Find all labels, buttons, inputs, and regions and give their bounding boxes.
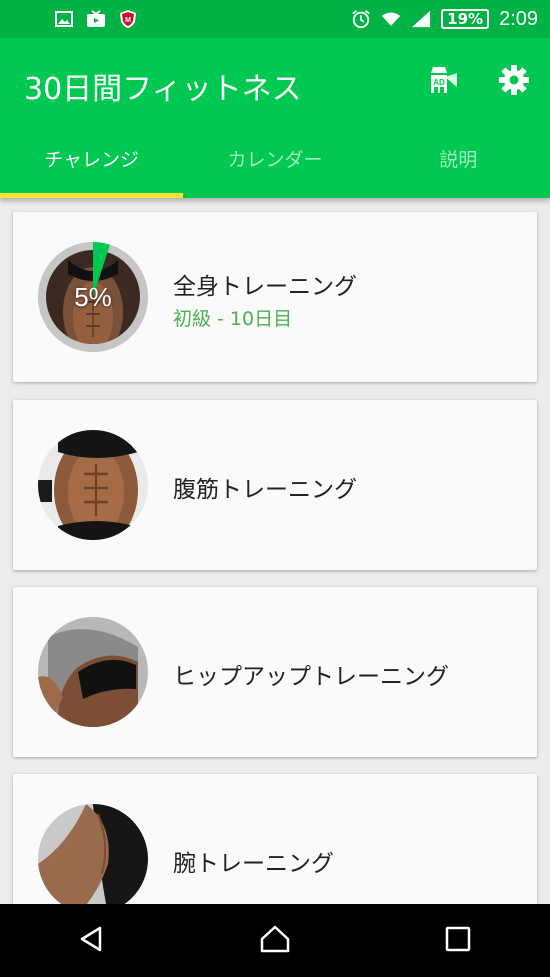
hip-up-thumbnail xyxy=(38,617,148,727)
back-button[interactable] xyxy=(62,911,122,971)
workout-subtitle: 初級 - 10日目 xyxy=(173,308,293,330)
status-left-icons: M xyxy=(0,9,138,29)
workout-card-hip-up[interactable]: ヒップアップトレーニング xyxy=(13,587,537,757)
svg-text:AD: AD xyxy=(433,78,445,87)
settings-button[interactable] xyxy=(496,64,532,100)
image-icon xyxy=(54,9,74,29)
home-icon xyxy=(259,925,291,957)
tab-description[interactable]: 説明 xyxy=(367,138,550,198)
system-nav-bar xyxy=(0,904,550,977)
app-bar: 30日間フィットネス AD チャレンジ カレンダー 説明 xyxy=(0,38,550,198)
progress-percent: 5% xyxy=(74,281,112,312)
abs-thumbnail xyxy=(38,430,148,540)
tab-challenge[interactable]: チャレンジ xyxy=(0,138,184,198)
workout-card-abs[interactable]: 腹筋トレーニング xyxy=(13,400,537,570)
workout-card-arms[interactable]: 腕トレーニング xyxy=(13,774,537,904)
app-title: 30日間フィットネス xyxy=(24,72,302,107)
workout-title: 腹筋トレーニング xyxy=(173,477,357,503)
workout-card-full-body[interactable]: 5% 全身トレーニング 初級 - 10日目 xyxy=(13,212,537,382)
tab-bar: チャレンジ カレンダー 説明 xyxy=(0,138,550,198)
gear-icon xyxy=(498,64,530,100)
mcafee-icon: M xyxy=(118,9,138,29)
workout-title: 腕トレーニング xyxy=(173,851,334,877)
full-body-progress-thumbnail: 5% xyxy=(38,242,148,352)
ad-remove-icon: AD xyxy=(425,63,459,101)
workout-title: ヒップアップトレーニング xyxy=(173,664,449,690)
remove-ads-button[interactable]: AD xyxy=(424,64,460,100)
battery-indicator: 19% xyxy=(441,9,490,29)
tab-calendar[interactable]: カレンダー xyxy=(183,138,366,198)
arms-thumbnail xyxy=(38,804,148,904)
alarm-icon xyxy=(351,9,371,29)
status-right-icons: 19% 2:09 xyxy=(351,0,538,38)
signal-icon xyxy=(411,9,431,29)
status-bar: M 19% 2:09 xyxy=(0,0,550,38)
home-button[interactable] xyxy=(245,911,305,971)
tv-icon xyxy=(86,9,106,29)
svg-text:M: M xyxy=(125,17,131,24)
recents-icon xyxy=(445,926,471,956)
clock: 2:09 xyxy=(499,7,538,30)
workout-list: 5% 全身トレーニング 初級 - 10日目 腹筋トレーニング ヒップアップトレー… xyxy=(0,198,550,904)
recents-button[interactable] xyxy=(428,911,488,971)
back-icon xyxy=(78,925,106,957)
wifi-icon xyxy=(381,9,401,29)
workout-title: 全身トレーニング xyxy=(173,274,357,300)
